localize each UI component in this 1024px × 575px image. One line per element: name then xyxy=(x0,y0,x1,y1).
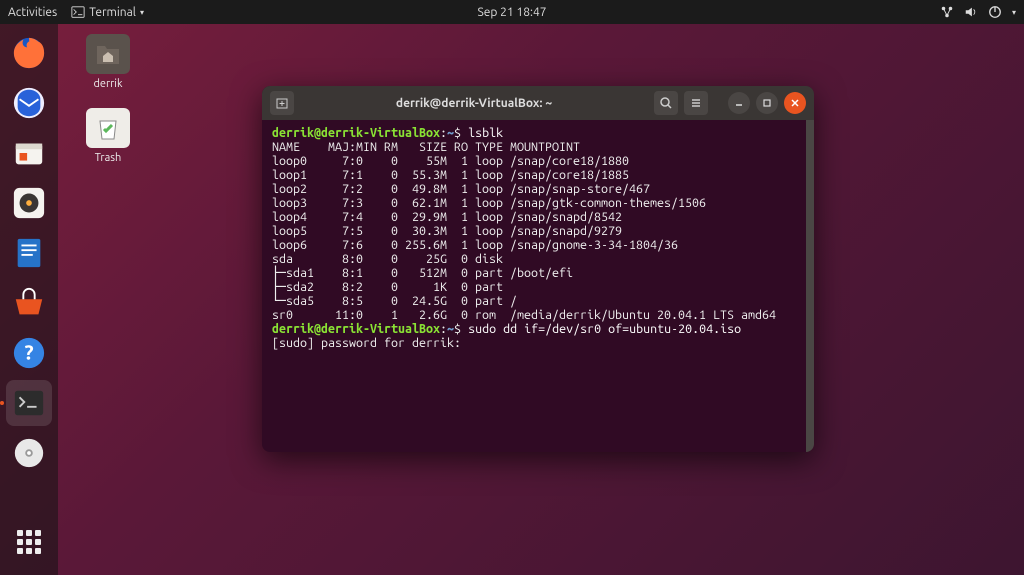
hamburger-icon xyxy=(689,96,703,110)
terminal-window: derrik@derrik-VirtualBox: ~ derrik@derri… xyxy=(262,86,814,452)
clock[interactable]: Sep 21 18:47 xyxy=(478,6,547,19)
lsblk-row: sr0 11:0 1 2.6G 0 rom /media/derrik/Ubun… xyxy=(272,308,776,322)
dock-libreoffice-writer[interactable] xyxy=(6,230,52,276)
desktop-home-folder[interactable]: derrik xyxy=(78,34,138,90)
search-button[interactable] xyxy=(654,91,678,115)
dock-files[interactable] xyxy=(6,130,52,176)
app-menu[interactable]: Terminal ▾ xyxy=(71,5,144,19)
lsblk-row: ├─sda2 8:2 0 1K 0 part xyxy=(272,280,510,294)
app-menu-label: Terminal xyxy=(89,6,136,19)
music-icon xyxy=(12,186,46,220)
lsblk-row: ├─sda1 8:1 0 512M 0 part /boot/efi xyxy=(272,266,573,280)
firefox-icon xyxy=(12,36,46,70)
menu-button[interactable] xyxy=(684,91,708,115)
network-icon[interactable] xyxy=(940,5,954,19)
desktop-trash[interactable]: Trash xyxy=(78,108,138,164)
show-applications-button[interactable] xyxy=(6,519,52,565)
prompt-path: ~ xyxy=(447,322,454,336)
lsblk-row: sda 8:0 0 25G 0 disk xyxy=(272,252,510,266)
home-folder-icon xyxy=(95,42,121,66)
software-icon xyxy=(12,286,46,320)
chevron-down-icon: ▾ xyxy=(140,8,144,17)
prompt-user: derrik@derrik-VirtualBox xyxy=(272,322,440,336)
sudo-prompt: [sudo] password for derrik: xyxy=(272,336,468,350)
terminal-icon xyxy=(71,5,85,19)
svg-text:?: ? xyxy=(24,341,33,364)
terminal-icon xyxy=(12,386,46,420)
lsblk-row: loop0 7:0 0 55M 1 loop /snap/core18/1880 xyxy=(272,154,629,168)
dock-firefox[interactable] xyxy=(6,30,52,76)
close-button[interactable] xyxy=(784,92,806,114)
lsblk-row: └─sda5 8:5 0 24.5G 0 part / xyxy=(272,294,517,308)
top-panel: Activities Terminal ▾ Sep 21 18:47 ▾ xyxy=(0,0,1024,24)
lsblk-row: loop6 7:6 0 255.6M 1 loop /snap/gnome-3-… xyxy=(272,238,678,252)
prompt-path: ~ xyxy=(447,126,454,140)
dock-help[interactable]: ? xyxy=(6,330,52,376)
disc-icon xyxy=(12,436,46,470)
help-icon: ? xyxy=(12,336,46,370)
search-icon xyxy=(659,96,673,110)
lsblk-row: loop4 7:4 0 29.9M 1 loop /snap/snapd/854… xyxy=(272,210,622,224)
command-2: sudo dd if=/dev/sr0 of=ubuntu-20.04.iso xyxy=(468,322,741,336)
chevron-down-icon[interactable]: ▾ xyxy=(1012,8,1016,17)
apps-grid-icon xyxy=(17,530,41,554)
desktop-home-label: derrik xyxy=(78,78,138,90)
dock: ? xyxy=(0,24,58,575)
dock-terminal[interactable] xyxy=(6,380,52,426)
activities-button[interactable]: Activities xyxy=(8,6,57,19)
new-tab-icon xyxy=(275,96,289,110)
maximize-icon xyxy=(762,98,772,108)
close-icon xyxy=(790,98,800,108)
desktop-trash-label: Trash xyxy=(78,152,138,164)
writer-icon xyxy=(12,236,46,270)
dock-disc[interactable] xyxy=(6,430,52,476)
trash-icon xyxy=(97,115,119,141)
power-icon[interactable] xyxy=(988,5,1002,19)
minimize-button[interactable] xyxy=(728,92,750,114)
dock-software[interactable] xyxy=(6,280,52,326)
lsblk-row: loop5 7:5 0 30.3M 1 loop /snap/snapd/927… xyxy=(272,224,622,238)
titlebar[interactable]: derrik@derrik-VirtualBox: ~ xyxy=(262,86,814,120)
minimize-icon xyxy=(734,98,744,108)
terminal-body[interactable]: derrik@derrik-VirtualBox:~$ lsblk NAME M… xyxy=(262,120,814,452)
lsblk-header: NAME MAJ:MIN RM SIZE RO TYPE MOUNTPOINT xyxy=(272,140,580,154)
dock-rhythmbox[interactable] xyxy=(6,180,52,226)
lsblk-row: loop3 7:3 0 62.1M 1 loop /snap/gtk-commo… xyxy=(272,196,706,210)
lsblk-row: loop1 7:1 0 55.3M 1 loop /snap/core18/18… xyxy=(272,168,629,182)
prompt-user: derrik@derrik-VirtualBox xyxy=(272,126,440,140)
files-icon xyxy=(12,136,46,170)
command-1: lsblk xyxy=(468,126,503,140)
lsblk-row: loop2 7:2 0 49.8M 1 loop /snap/snap-stor… xyxy=(272,182,650,196)
thunderbird-icon xyxy=(12,86,46,120)
maximize-button[interactable] xyxy=(756,92,778,114)
volume-icon[interactable] xyxy=(964,5,978,19)
dock-thunderbird[interactable] xyxy=(6,80,52,126)
window-title: derrik@derrik-VirtualBox: ~ xyxy=(300,97,648,110)
new-tab-button[interactable] xyxy=(270,91,294,115)
